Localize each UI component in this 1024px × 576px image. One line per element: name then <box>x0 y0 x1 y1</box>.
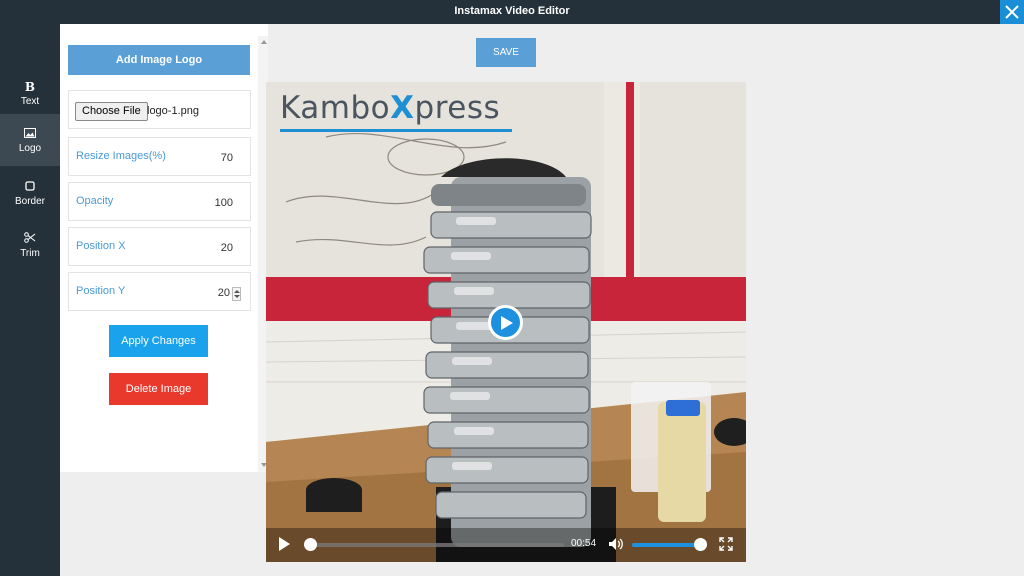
file-name: logo-1.png <box>147 105 199 117</box>
logo-underline <box>280 129 512 132</box>
logo-text-part1: Kambo <box>280 90 391 126</box>
volume-slider[interactable] <box>632 543 702 547</box>
number-spinner[interactable] <box>232 287 241 301</box>
logo-text-part3: press <box>414 90 501 126</box>
progress-handle[interactable] <box>304 538 317 551</box>
apply-changes-button[interactable]: Apply Changes <box>109 325 208 357</box>
image-icon <box>0 127 60 139</box>
play-icon[interactable] <box>278 536 291 552</box>
sidebar-item-label: Logo <box>18 143 42 154</box>
logo-text-x: X <box>390 90 415 126</box>
position-y-input[interactable]: 20 <box>218 287 230 299</box>
opacity-field[interactable]: Opacity 100 <box>68 182 251 221</box>
position-y-field[interactable]: Position Y 20 <box>68 272 251 311</box>
position-x-field[interactable]: Position X 20 <box>68 227 251 266</box>
position-x-label: Position X <box>76 240 126 252</box>
choose-file-button[interactable]: Choose File <box>75 102 148 121</box>
sidebar-item-label: Trim <box>20 248 40 259</box>
close-button[interactable] <box>1000 0 1024 24</box>
delete-image-button[interactable]: Delete Image <box>109 373 208 405</box>
square-icon <box>0 180 60 192</box>
video-controls: 00:54 <box>266 528 746 562</box>
sidebar-item-label: Border <box>14 196 45 207</box>
volume-icon[interactable] <box>608 537 624 551</box>
close-icon <box>1005 5 1019 19</box>
volume-level <box>632 543 702 547</box>
resize-label: Resize Images(%) <box>76 150 166 162</box>
resize-input[interactable]: 70 <box>221 152 233 164</box>
fullscreen-icon[interactable] <box>719 537 733 551</box>
video-player[interactable]: KamboXpress 00:54 <box>266 82 746 562</box>
scroll-up-arrow-icon[interactable] <box>261 40 267 44</box>
sidebar-item-trim[interactable]: Trim <box>0 219 60 271</box>
play-icon <box>501 316 513 330</box>
volume-handle[interactable] <box>694 538 707 551</box>
sidebar-item-border[interactable]: Border <box>0 167 60 219</box>
window-title: Instamax Video Editor <box>454 5 570 17</box>
position-y-label: Position Y <box>76 285 126 297</box>
file-picker: Choose File logo-1.png <box>68 90 251 129</box>
logo-overlay: KamboXpress <box>280 90 500 126</box>
scissors-icon <box>0 232 60 244</box>
progress-bar[interactable] <box>306 543 564 547</box>
sidebar-item-logo[interactable]: Logo <box>0 114 60 166</box>
sidebar-item-text[interactable]: B Text <box>0 67 60 119</box>
current-time: 00:54 <box>571 538 597 549</box>
resize-field[interactable]: Resize Images(%) 70 <box>68 137 251 176</box>
opacity-label: Opacity <box>76 195 114 207</box>
big-play-button[interactable] <box>488 305 523 340</box>
opacity-input[interactable]: 100 <box>215 197 233 209</box>
position-x-input[interactable]: 20 <box>221 242 233 254</box>
add-image-logo-button[interactable]: Add Image Logo <box>68 45 250 75</box>
title-bar: Instamax Video Editor <box>0 0 1024 24</box>
bold-icon: B <box>24 80 36 94</box>
sidebar: B Text Logo Border Trim <box>0 24 60 576</box>
save-button[interactable]: SAVE <box>476 38 536 67</box>
sidebar-item-label: Text <box>20 96 40 107</box>
